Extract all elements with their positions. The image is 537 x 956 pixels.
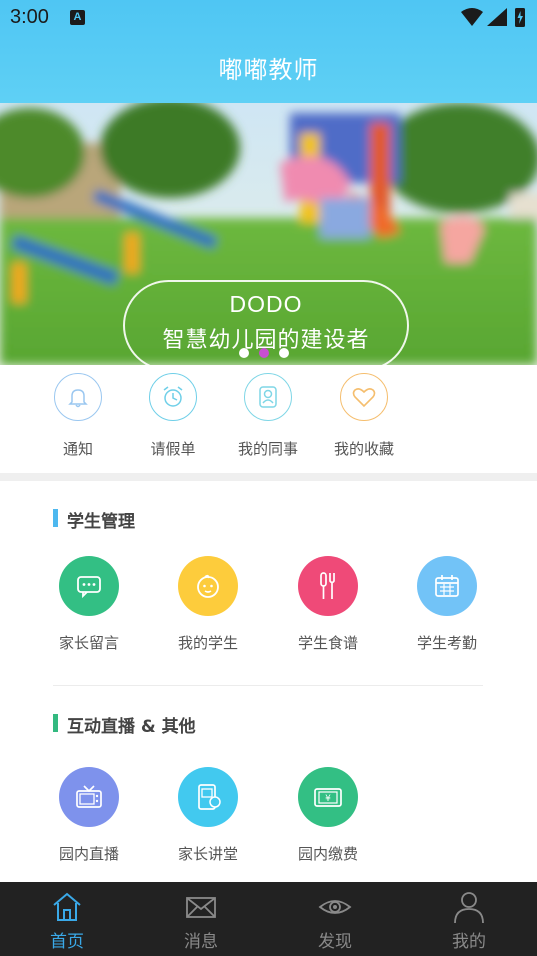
- grid-item-label: 我的学生: [177, 634, 238, 652]
- grid-item-my-students[interactable]: 我的学生: [153, 556, 263, 656]
- section-title-student: 学生管理: [53, 507, 135, 532]
- quick-link-favorites[interactable]: 我的收藏: [316, 373, 412, 468]
- carousel-dot[interactable]: [239, 348, 249, 358]
- section-title-text: 学生管理: [67, 512, 135, 532]
- colleague-icon: [244, 373, 292, 421]
- grid-item-label: 园内缴费: [297, 845, 358, 863]
- grid-item-label: 学生食谱: [297, 634, 358, 652]
- page-title: 嘟嘟教师: [218, 56, 319, 84]
- tab-messages[interactable]: 消息: [134, 882, 268, 956]
- payment-icon: ¥: [298, 767, 358, 827]
- quick-link-notice[interactable]: 通知: [30, 373, 126, 468]
- grid-item-label: 家长讲堂: [177, 845, 238, 863]
- section-divider: [53, 685, 483, 686]
- carousel-indicator: [237, 348, 297, 360]
- mail-icon: [186, 897, 216, 918]
- alarm-clock-icon: [149, 373, 197, 421]
- quick-link-label: 请假单: [150, 440, 196, 458]
- tab-profile[interactable]: 我的: [402, 882, 536, 956]
- notification-badge-icon: A: [70, 10, 85, 25]
- grid-item-label: 家长留言: [58, 634, 119, 652]
- tab-label: 首页: [50, 932, 84, 952]
- carousel-dot-active[interactable]: [259, 348, 269, 358]
- app-header: 3:00 A 嘟嘟教师: [0, 0, 537, 103]
- person-icon: [454, 892, 484, 924]
- quick-link-leave[interactable]: 请假单: [125, 373, 221, 468]
- carousel-dot[interactable]: [279, 348, 289, 358]
- section-separator: [0, 473, 537, 481]
- tab-discover[interactable]: 发现: [268, 882, 402, 956]
- tab-home[interactable]: 首页: [0, 882, 134, 956]
- baby-face-icon: [178, 556, 238, 616]
- heart-icon: [340, 373, 388, 421]
- banner-brand: DODO: [229, 291, 303, 317]
- banner-carousel[interactable]: DODO 智慧幼儿园的建设者: [0, 103, 537, 365]
- tab-label: 我的: [452, 932, 486, 952]
- section-accent-bar: [53, 509, 58, 527]
- wifi-icon: [461, 8, 483, 26]
- grid-item-parent-lecture[interactable]: 家长讲堂: [153, 767, 263, 867]
- status-icons: [461, 8, 525, 27]
- quick-link-label: 我的同事: [237, 440, 298, 458]
- grid-item-label: 学生考勤: [416, 634, 477, 652]
- grid-item-label: 园内直播: [58, 845, 119, 863]
- grid-item-payment[interactable]: ¥ 园内缴费: [273, 767, 383, 867]
- grid-item-live-stream[interactable]: 园内直播: [34, 767, 144, 867]
- tv-icon: [59, 767, 119, 827]
- tab-label: 消息: [184, 932, 218, 952]
- section-title-text: 互动直播 & 其他: [67, 717, 196, 737]
- status-time: 3:00: [10, 6, 49, 28]
- calendar-icon: [417, 556, 477, 616]
- quick-link-label: 我的收藏: [333, 440, 394, 458]
- signal-icon: [487, 8, 507, 26]
- section-title-live: 互动直播 & 其他: [53, 712, 196, 737]
- bell-icon: [54, 373, 102, 421]
- section-accent-bar: [53, 714, 58, 732]
- quick-link-colleagues[interactable]: 我的同事: [220, 373, 316, 468]
- grid-item-parent-messages[interactable]: 家长留言: [34, 556, 144, 656]
- utensils-icon: [298, 556, 358, 616]
- tab-label: 发现: [318, 932, 352, 952]
- quick-link-label: 通知: [62, 440, 93, 458]
- grid-item-student-menu[interactable]: 学生食谱: [273, 556, 383, 656]
- grid-item-attendance[interactable]: 学生考勤: [392, 556, 502, 656]
- quick-links: 通知 请假单 我的同事 我的收藏: [0, 365, 537, 473]
- svg-text:¥: ¥: [325, 794, 331, 804]
- lecture-icon: [178, 767, 238, 827]
- message-icon: [59, 556, 119, 616]
- home-icon: [53, 892, 81, 921]
- status-bar: 3:00 A: [0, 0, 537, 36]
- eye-icon: [318, 900, 352, 914]
- bottom-tab-bar: 首页 消息 发现 我的: [0, 882, 537, 956]
